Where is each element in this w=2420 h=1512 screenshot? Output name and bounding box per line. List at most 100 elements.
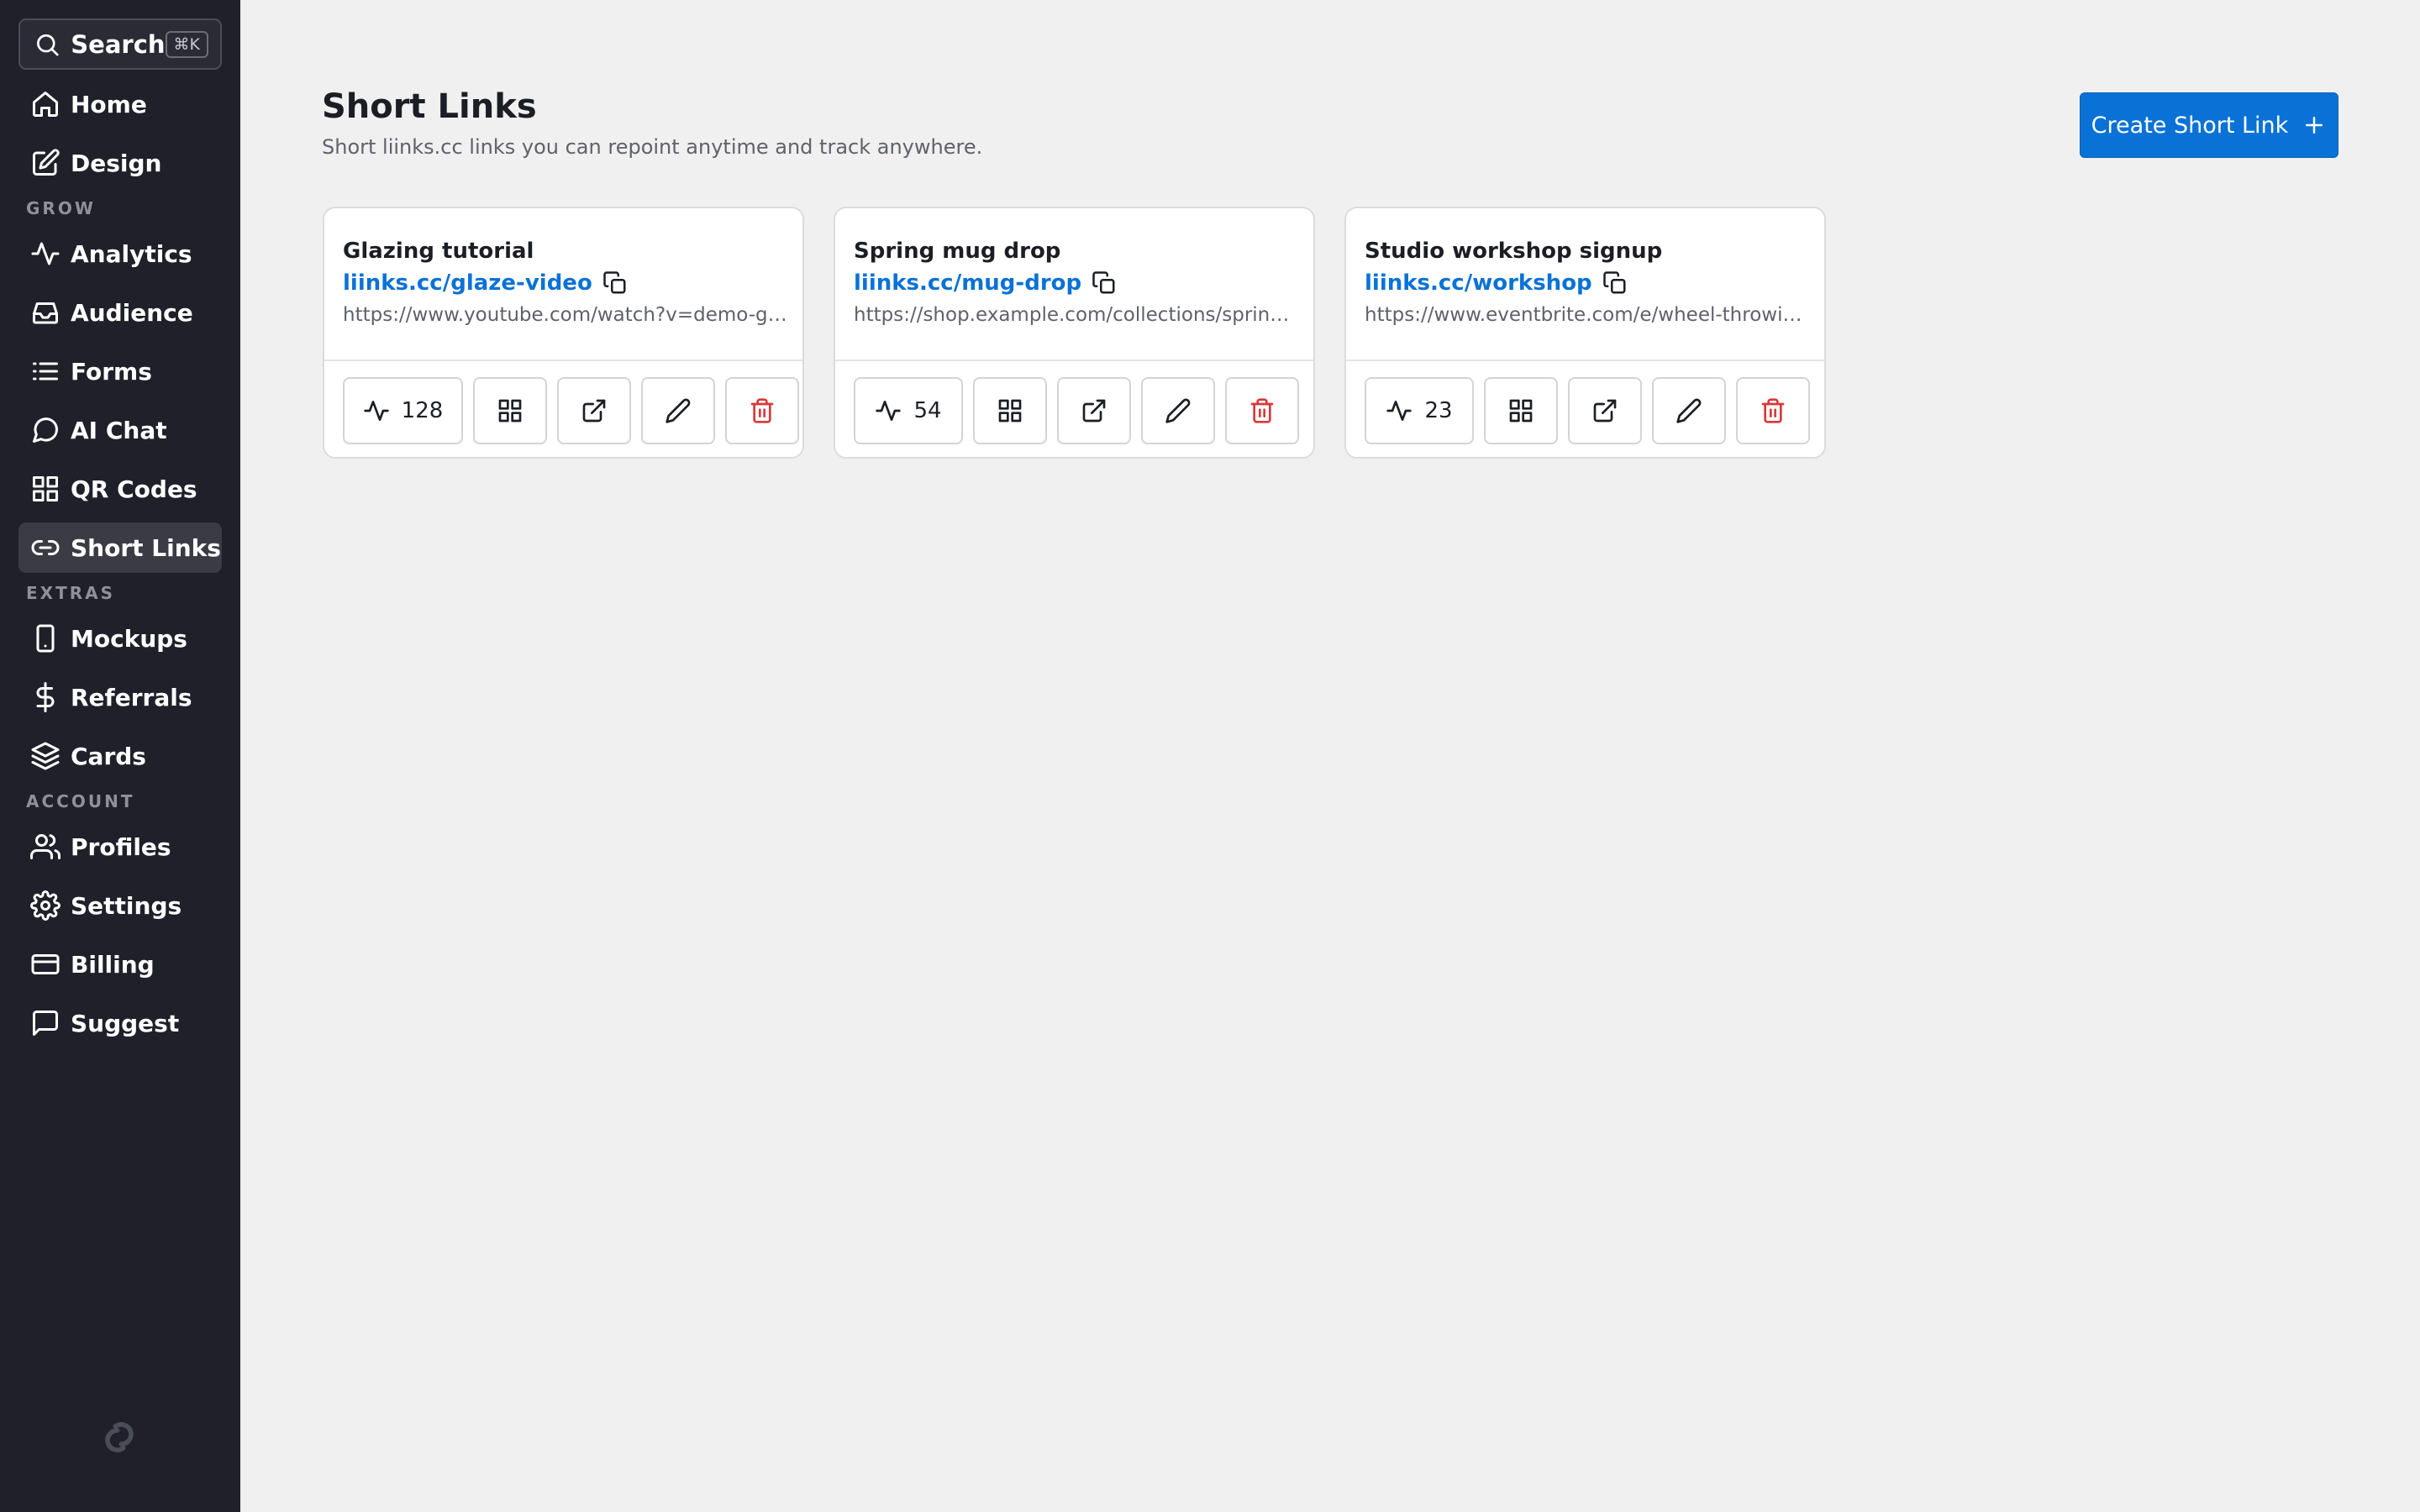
create-short-link-label: Create Short Link [2091, 112, 2289, 139]
grid-icon [1509, 399, 1533, 423]
short-link-card: Spring mug drop liinks.cc/mug-drop https… [834, 207, 1315, 459]
sidebar-item-label: Billing [71, 950, 155, 979]
activity-icon [364, 401, 389, 421]
sidebar-item-label: Design [71, 149, 162, 177]
analytics-button[interactable]: 128 [343, 377, 463, 444]
sidebar-item-label: Referrals [71, 683, 192, 711]
sidebar-item-forms[interactable]: Forms [18, 346, 222, 396]
click-count: 23 [1424, 398, 1453, 423]
sidebar-item-design[interactable]: Design [18, 138, 222, 188]
edit-button[interactable] [641, 377, 715, 444]
sidebar-item-billing[interactable]: Billing [18, 939, 222, 990]
link-icon [31, 540, 60, 555]
sidebar: Search ⌘K Home Design GROW Analytics Aud… [0, 0, 240, 1512]
short-url-link[interactable]: liinks.cc/mug-drop [854, 270, 1081, 296]
sidebar-item-label: Forms [71, 357, 152, 386]
sidebar-item-ai-chat[interactable]: AI Chat [18, 405, 222, 455]
message-square-icon [33, 1011, 58, 1036]
sidebar-item-audience[interactable]: Audience [18, 287, 222, 338]
sidebar-item-label: Mockups [71, 624, 187, 653]
target-url: https://www.eventbrite.com/e/wheel-throw… [1365, 304, 1810, 326]
edit-icon [33, 149, 60, 176]
brand-logo-icon [105, 1422, 134, 1452]
sidebar-item-cards[interactable]: Cards [18, 731, 222, 781]
sidebar-item-analytics[interactable]: Analytics [18, 228, 222, 279]
dollar-icon [36, 682, 55, 712]
gear-icon [30, 890, 60, 921]
search-button[interactable]: Search ⌘K [18, 18, 222, 70]
page-title: Short Links [322, 87, 537, 126]
trash-icon [1761, 398, 1785, 423]
sidebar-item-label: Home [71, 90, 147, 118]
pencil-icon [666, 398, 691, 423]
open-link-button[interactable] [1568, 377, 1642, 444]
open-link-button[interactable] [557, 377, 631, 444]
layers-icon [31, 742, 60, 770]
short-url-link[interactable]: liinks.cc/workshop [1365, 270, 1592, 296]
search-icon [37, 34, 59, 55]
grid-icon [498, 399, 522, 423]
sidebar-item-home[interactable]: Home [18, 79, 222, 129]
card-title: Studio workshop signup [1365, 239, 1663, 264]
activity-icon [31, 242, 60, 265]
trash-icon [750, 398, 774, 423]
sidebar-item-referrals[interactable]: Referrals [18, 672, 222, 722]
users-icon [30, 834, 60, 859]
phone-icon [36, 624, 55, 653]
grid-icon [998, 399, 1022, 423]
sidebar-item-label: Cards [71, 742, 146, 770]
search-label: Search [71, 29, 166, 59]
chat-bubble-icon [33, 417, 59, 443]
sidebar-item-mockups[interactable]: Mockups [18, 613, 222, 664]
grid-icon [33, 476, 58, 501]
click-count: 54 [913, 398, 942, 423]
sidebar-item-label: QR Codes [71, 475, 197, 503]
sidebar-item-label: Short Links [71, 533, 221, 562]
sidebar-item-label: AI Chat [71, 416, 167, 444]
sidebar-item-qr-codes[interactable]: QR Codes [18, 464, 222, 514]
create-short-link-button[interactable]: Create Short Link [2080, 92, 2338, 158]
qr-code-button[interactable] [473, 377, 547, 444]
sidebar-item-settings[interactable]: Settings [18, 880, 222, 931]
sidebar-item-label: Analytics [71, 239, 192, 268]
delete-button[interactable] [1736, 377, 1810, 444]
copy-icon[interactable] [602, 270, 628, 296]
sidebar-item-label: Suggest [71, 1009, 180, 1037]
external-link-icon [1593, 399, 1617, 423]
copy-icon[interactable] [1092, 270, 1117, 296]
credit-card-icon [31, 954, 60, 974]
sidebar-item-profiles[interactable]: Profiles [18, 822, 222, 872]
sidebar-item-label: Settings [71, 891, 182, 920]
click-count: 128 [401, 398, 444, 423]
list-icon [33, 362, 58, 381]
trash-icon [1250, 398, 1274, 423]
pencil-icon [1676, 398, 1702, 423]
open-link-button[interactable] [1057, 377, 1131, 444]
sidebar-item-label: Audience [71, 298, 193, 327]
card-title: Glazing tutorial [343, 239, 534, 264]
short-link-card: Glazing tutorial liinks.cc/glaze-video h… [323, 207, 804, 459]
edit-button[interactable] [1141, 377, 1215, 444]
analytics-button[interactable]: 54 [854, 377, 963, 444]
analytics-button[interactable]: 23 [1365, 377, 1474, 444]
delete-button[interactable] [725, 377, 799, 444]
activity-icon [1386, 401, 1413, 421]
inbox-icon [33, 302, 58, 324]
edit-button[interactable] [1652, 377, 1726, 444]
short-url-link[interactable]: liinks.cc/glaze-video [343, 270, 592, 296]
plus-icon [2306, 117, 2323, 134]
sidebar-item-label: Profiles [71, 832, 171, 861]
section-label-account: ACCOUNT [26, 791, 135, 811]
delete-button[interactable] [1225, 377, 1299, 444]
search-shortcut: ⌘K [165, 30, 208, 58]
activity-icon [876, 401, 902, 421]
qr-code-button[interactable] [973, 377, 1047, 444]
target-url: https://shop.example.com/collections/spr… [854, 304, 1299, 326]
card-title: Spring mug drop [854, 239, 1061, 264]
qr-code-button[interactable] [1484, 377, 1558, 444]
section-label-extras: EXTRAS [26, 583, 116, 603]
target-url: https://www.youtube.com/watch?v=demo-gla… [343, 304, 788, 326]
sidebar-item-suggest[interactable]: Suggest [18, 998, 222, 1048]
sidebar-item-short-links[interactable]: Short Links [18, 522, 222, 573]
copy-icon[interactable] [1602, 270, 1628, 296]
